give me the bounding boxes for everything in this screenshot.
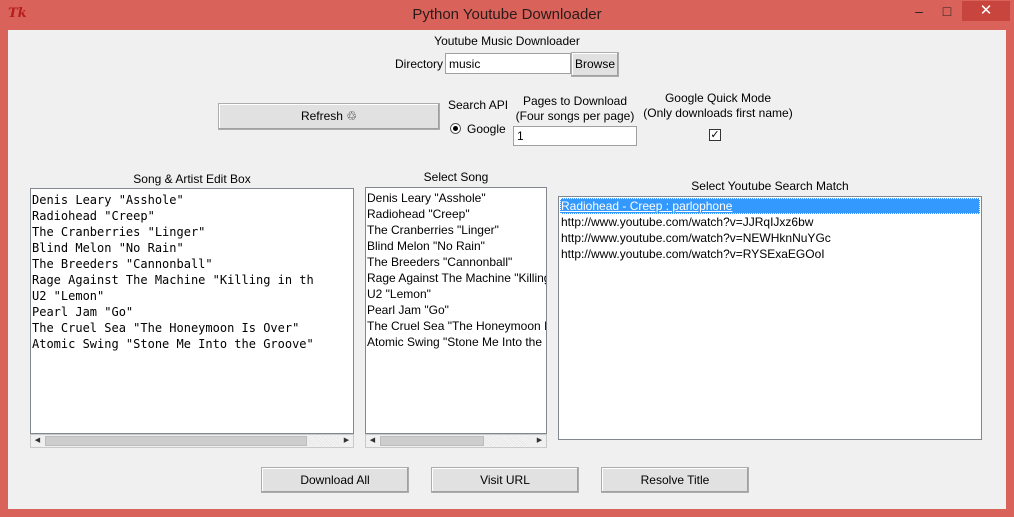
directory-label: Directory — [395, 57, 444, 71]
edit-line: Radiohead "Creep" — [32, 209, 155, 223]
edit-line: Pearl Jam "Go" — [32, 305, 134, 319]
refresh-button[interactable]: Refresh ♲ — [218, 103, 440, 130]
song-item[interactable]: Rage Against The Machine "Killing — [366, 270, 546, 286]
edit-line: Rage Against The Machine "Killing in th — [32, 273, 314, 287]
maximize-button[interactable]: □ — [933, 1, 961, 21]
pages-input[interactable] — [513, 126, 637, 146]
song-item[interactable]: The Breeders "Cannonball" — [366, 254, 546, 270]
edit-line: The Cranberries "Linger" — [32, 225, 206, 239]
match-item-selected[interactable]: Radiohead - Creep : parlophone — [560, 198, 980, 214]
edit-line: Blind Melon "No Rain" — [32, 241, 184, 255]
song-item[interactable]: Pearl Jam "Go" — [366, 302, 546, 318]
radio-google[interactable] — [450, 123, 461, 134]
select-song-list[interactable]: Denis Leary "Asshole" Radiohead "Creep" … — [365, 187, 547, 434]
pages-sublabel: (Four songs per page) — [515, 109, 635, 123]
edit-line: Denis Leary "Asshole" — [32, 193, 184, 207]
client-area: Youtube Music Downloader Directory Brows… — [8, 30, 1006, 509]
select-song-title: Select Song — [423, 170, 489, 184]
search-match-list[interactable]: Radiohead - Creep : parlophone http://ww… — [558, 196, 982, 440]
window-title: Python Youtube Downloader — [412, 6, 602, 23]
edit-line: U2 "Lemon" — [32, 289, 105, 303]
visit-url-button[interactable]: Visit URL — [431, 467, 579, 493]
match-item[interactable]: http://www.youtube.com/watch?v=NEWHknNuY… — [560, 230, 980, 246]
directory-input[interactable] — [445, 53, 571, 74]
quick-mode-sublabel: (Only downloads first name) — [643, 106, 793, 120]
song-item[interactable]: U2 "Lemon" — [366, 286, 546, 302]
song-item[interactable]: Denis Leary "Asshole" — [366, 190, 546, 206]
quick-mode-label: Google Quick Mode — [664, 91, 772, 105]
song-item[interactable]: Blind Melon "No Rain" — [366, 238, 546, 254]
pages-label: Pages to Download — [522, 94, 628, 108]
download-all-button[interactable]: Download All — [261, 467, 409, 493]
edit-box-title: Song & Artist Edit Box — [133, 172, 251, 186]
title-bar[interactable]: Tk Python Youtube Downloader – □ ✕ — [0, 0, 1014, 30]
edit-line: Atomic Swing "Stone Me Into the Groove" — [32, 337, 314, 351]
scroll-thumb[interactable] — [45, 436, 307, 446]
app-window: Tk Python Youtube Downloader – □ ✕ Youtu… — [0, 0, 1014, 517]
quick-mode-checkbox[interactable]: ✓ — [709, 129, 721, 141]
search-match-title: Select Youtube Search Match — [691, 179, 849, 193]
close-button[interactable]: ✕ — [962, 1, 1010, 21]
scroll-right-icon[interactable]: ▶ — [533, 435, 546, 447]
song-item[interactable]: Radiohead "Creep" — [366, 206, 546, 222]
radio-selected-dot — [453, 126, 458, 131]
minimize-button[interactable]: – — [905, 1, 933, 21]
edit-box-hscrollbar[interactable]: ◀ ▶ — [30, 434, 354, 448]
browse-button[interactable]: Browse — [571, 52, 619, 77]
search-api-label: Search API — [448, 98, 509, 112]
scroll-track[interactable] — [484, 436, 532, 446]
song-item[interactable]: The Cruel Sea "The Honeymoon I — [366, 318, 546, 334]
select-song-hscrollbar[interactable]: ◀ ▶ — [365, 434, 547, 448]
edit-line: The Cruel Sea "The Honeymoon Is Over" — [32, 321, 300, 335]
song-item[interactable]: The Cranberries "Linger" — [366, 222, 546, 238]
scroll-track[interactable] — [307, 436, 339, 446]
scroll-thumb[interactable] — [380, 436, 484, 446]
app-heading: Youtube Music Downloader — [434, 34, 580, 48]
song-artist-edit-box[interactable]: Denis Leary "Asshole" Radiohead "Creep" … — [30, 188, 354, 434]
scroll-right-icon[interactable]: ▶ — [340, 435, 353, 447]
song-item[interactable]: Atomic Swing "Stone Me Into the — [366, 334, 546, 350]
scroll-left-icon[interactable]: ◀ — [31, 435, 44, 447]
match-item[interactable]: http://www.youtube.com/watch?v=JJRqIJxz6… — [560, 214, 980, 230]
radio-google-label: Google — [467, 122, 506, 136]
edit-line: The Breeders "Cannonball" — [32, 257, 213, 271]
scroll-left-icon[interactable]: ◀ — [366, 435, 379, 447]
resolve-title-button[interactable]: Resolve Title — [601, 467, 749, 493]
match-item[interactable]: http://www.youtube.com/watch?v=RYSExaEGO… — [560, 246, 980, 262]
